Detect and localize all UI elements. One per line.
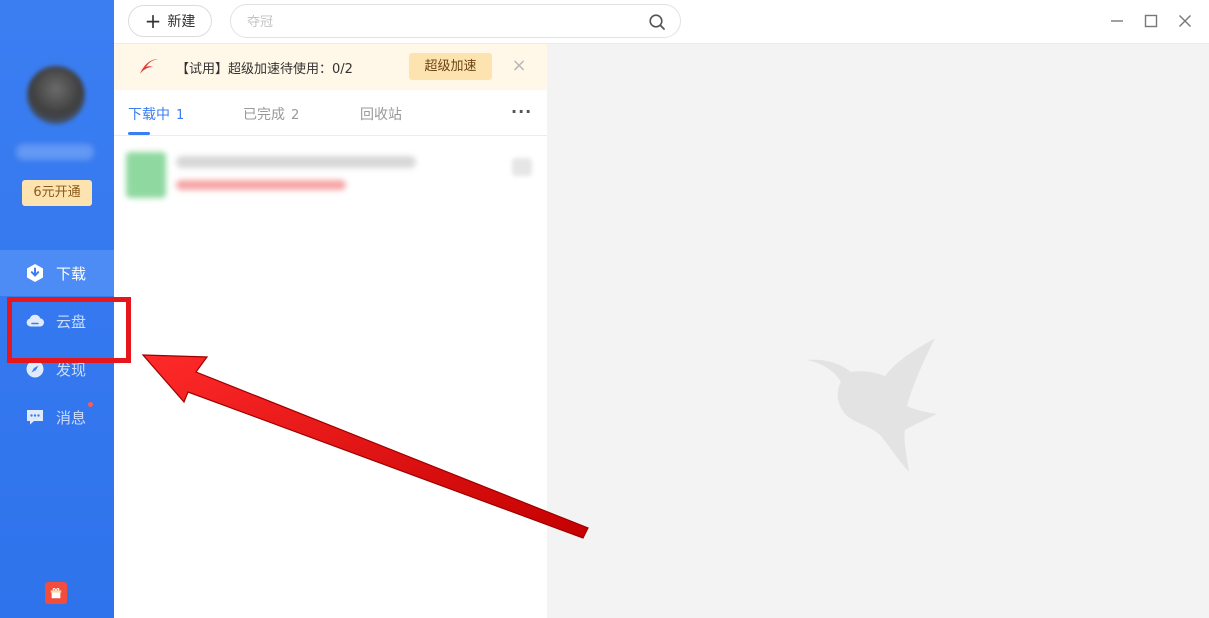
detail-area <box>547 44 1209 618</box>
close-icon[interactable] <box>1175 11 1195 31</box>
sidebar-item-messages[interactable]: 消息 <box>0 394 114 440</box>
tab-label: 已完成 <box>243 107 285 123</box>
vip-purchase-button[interactable]: 6元开通 <box>22 180 92 206</box>
speed-logo-icon <box>140 59 158 74</box>
active-tab-indicator <box>128 132 150 135</box>
unread-badge <box>88 402 93 407</box>
tab-count: 2 <box>291 108 300 123</box>
tab-completed[interactable]: 已完成 2 <box>243 104 299 124</box>
promo-close-icon[interactable]: × <box>509 56 529 76</box>
new-task-label: 新建 <box>167 14 196 30</box>
minimize-icon[interactable] <box>1107 11 1127 31</box>
username-blurred <box>16 144 94 160</box>
search-input[interactable] <box>247 11 637 33</box>
sidebar-item-download[interactable]: 下载 <box>0 250 114 296</box>
promo-text: 【试用】超级加速待使用：0/2 <box>176 62 353 77</box>
promo-banner: 【试用】超级加速待使用：0/2 超级加速 × <box>114 44 547 90</box>
message-icon <box>24 406 46 428</box>
tab-label: 下载中 <box>128 107 170 123</box>
avatar[interactable] <box>27 66 85 124</box>
gift-icon[interactable] <box>45 582 67 604</box>
task-status-blurred <box>176 180 346 190</box>
tab-count: 1 <box>176 108 185 123</box>
topbar: + 新建 <box>114 0 1209 44</box>
tab-recycle-bin[interactable]: 回收站 <box>360 104 402 124</box>
search-box[interactable] <box>230 4 681 38</box>
download-shield-icon <box>24 262 46 284</box>
more-options-button[interactable]: ··· <box>511 102 532 121</box>
hummingbird-watermark-icon <box>807 338 937 472</box>
tab-downloading[interactable]: 下载中 1 <box>128 104 184 124</box>
sidebar-item-label: 消息 <box>56 408 87 427</box>
file-type-icon <box>126 152 166 198</box>
new-task-button[interactable]: + 新建 <box>128 5 212 37</box>
annotation-highlight-box <box>7 297 131 363</box>
sidebar-item-label: 下载 <box>56 264 87 283</box>
download-panel: 【试用】超级加速待使用：0/2 超级加速 × 下载中 1 已完成 2 回收站 ··· <box>114 44 547 618</box>
task-name-blurred <box>176 156 416 168</box>
download-tabs: 下载中 1 已完成 2 回收站 ··· <box>114 90 547 136</box>
download-task-row[interactable] <box>114 144 547 206</box>
maximize-icon[interactable] <box>1141 11 1161 31</box>
tab-label: 回收站 <box>360 107 402 123</box>
plus-icon: + <box>144 9 162 33</box>
super-speed-button[interactable]: 超级加速 <box>409 53 492 80</box>
task-action-icon[interactable] <box>512 158 532 176</box>
search-icon[interactable] <box>648 13 666 31</box>
